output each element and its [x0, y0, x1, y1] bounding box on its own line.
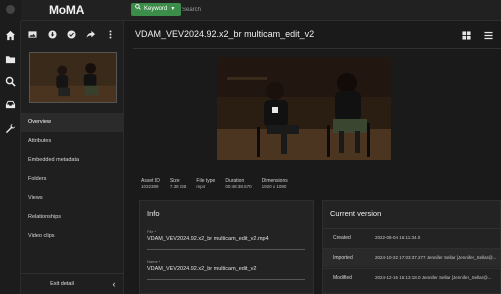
search-icon[interactable]	[4, 75, 17, 88]
video-preview[interactable]	[217, 57, 391, 160]
info-panel: Info File * VDAM_VEV2024.92.x2_br multic…	[139, 200, 314, 294]
info-panel-title: Info	[147, 209, 160, 218]
nav-item-views[interactable]: Views	[21, 189, 124, 208]
current-version-panel: Current version Created 2022-08-04 16:11…	[322, 200, 501, 294]
version-row-created: Created 2022-08-04 16:11:34.0	[323, 228, 500, 247]
search-scope-label: Keyword	[144, 6, 168, 12]
version-key: Created	[333, 235, 351, 241]
search-scope-icon	[135, 3, 141, 16]
tools-icon[interactable]	[4, 122, 17, 135]
version-row-imported: Imported 2024-10-22 17:03:37.277 Jennife…	[323, 248, 500, 267]
asset-detail-main: VDAM_VEV2024.92.x2_br multicam_edit_v2 A…	[124, 21, 501, 294]
name-field[interactable]: Name * VDAM_VEV2024.92.x2_br multicam_ed…	[147, 259, 305, 280]
app-menu-corner[interactable]	[0, 0, 21, 21]
inbox-icon[interactable]	[4, 98, 17, 111]
version-key: Modified	[333, 275, 352, 281]
asset-meta-row: Asset ID 1032389 Size 7.38 GB File type …	[141, 178, 298, 190]
version-value: 2022-08-04 16:11:34.0	[375, 235, 421, 240]
nav-item-relationships[interactable]: Relationships	[21, 208, 124, 227]
title-divider	[133, 48, 501, 49]
top-bar: MoMA Keyword ▼	[0, 0, 501, 21]
detail-sidebar: Overview Attributes Embedded metadata Fo…	[21, 21, 124, 294]
meta-value: 1920 x 1080	[261, 184, 287, 189]
collapse-sidebar-button[interactable]: ‹	[105, 274, 123, 294]
image-icon[interactable]	[27, 29, 38, 40]
version-key: Imported	[333, 255, 353, 261]
nav-item-folders[interactable]: Folders	[21, 170, 124, 189]
meta-file-type: File type mp4	[196, 178, 215, 190]
meta-asset-id: Asset ID 1032389	[141, 178, 160, 190]
nav-rail	[0, 21, 21, 294]
download-icon[interactable]	[47, 29, 58, 40]
meta-dimensions: Dimensions 1920 x 1080	[262, 178, 288, 190]
search-scope-button[interactable]: Keyword ▼	[131, 3, 182, 16]
folder-icon[interactable]	[4, 53, 17, 66]
meta-value: 7.38 GB	[169, 184, 187, 189]
meta-duration: Duration 00:48:38.570	[225, 178, 251, 190]
file-field-value: VDAM_VEV2024.92.x2_br multicam_edit_v2.m…	[147, 236, 269, 242]
version-value: 2024-12-16 15:13:18.0 Jennifer Sellar [J…	[375, 275, 492, 280]
detail-footer: Exit detail ‹	[21, 273, 124, 294]
meta-value: mp4	[196, 184, 206, 189]
exit-detail-button[interactable]: Exit detail	[21, 274, 103, 294]
asset-thumbnail[interactable]	[29, 52, 117, 103]
asset-title: VDAM_VEV2024.92.x2_br multicam_edit_v2	[135, 29, 315, 39]
brand-logo[interactable]: MoMA	[49, 3, 84, 17]
meta-value: 00:48:38.570	[225, 184, 252, 189]
nav-item-video-clips[interactable]: Video clips	[21, 227, 124, 246]
share-icon[interactable]	[85, 29, 96, 40]
file-field[interactable]: File * VDAM_VEV2024.92.x2_br multicam_ed…	[147, 229, 305, 250]
search-input[interactable]	[182, 3, 496, 16]
menu-icon[interactable]	[483, 30, 494, 41]
detail-nav: Overview Attributes Embedded metadata Fo…	[21, 113, 124, 246]
more-vertical-icon[interactable]	[105, 29, 116, 40]
required-marker: *	[157, 259, 161, 264]
version-row-modified: Modified 2024-12-16 15:13:18.0 Jennifer …	[323, 268, 500, 287]
home-icon[interactable]	[4, 29, 17, 42]
required-marker: *	[153, 229, 157, 234]
detail-toolbar	[21, 25, 124, 45]
nav-item-attributes[interactable]: Attributes	[21, 132, 124, 151]
meta-value: 1032389	[141, 184, 159, 189]
meta-size: Size 7.38 GB	[170, 178, 187, 190]
nav-item-embedded-metadata[interactable]: Embedded metadata	[21, 151, 124, 170]
check-icon[interactable]	[66, 29, 77, 40]
version-value: 2024-10-22 17:03:37.277 Jennifer Sellar …	[375, 255, 497, 260]
name-field-value: VDAM_VEV2024.92.x2_br multicam_edit_v2	[147, 266, 257, 272]
name-field-label: Name	[147, 259, 158, 264]
grid-view-icon[interactable]	[461, 30, 472, 41]
avatar	[6, 5, 15, 14]
caret-down-icon: ▼	[170, 6, 176, 12]
version-panel-title: Current version	[330, 209, 382, 218]
nav-item-overview[interactable]: Overview	[21, 113, 124, 132]
